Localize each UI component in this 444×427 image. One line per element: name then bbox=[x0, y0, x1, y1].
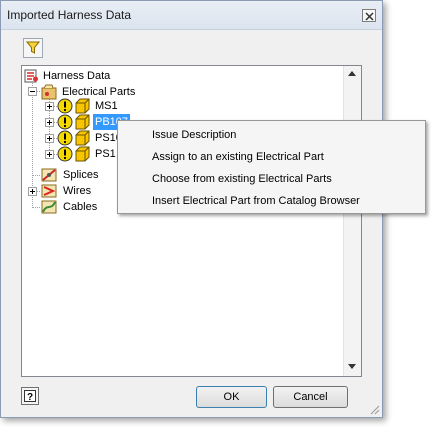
plus-icon bbox=[30, 189, 35, 194]
warning-icon bbox=[57, 130, 73, 146]
help-button[interactable]: ? bbox=[21, 387, 39, 405]
warning-icon bbox=[57, 146, 73, 162]
harness-data-tree[interactable]: Harness Data Electrical Parts MS1 PB107 … bbox=[21, 65, 362, 377]
menu-item-insert-from-catalog[interactable]: Insert Electrical Part from Catalog Brow… bbox=[152, 191, 360, 211]
electrical-parts-folder-icon bbox=[41, 84, 57, 100]
tree-label-cables: Cables bbox=[63, 201, 98, 213]
part-cube-icon bbox=[75, 130, 90, 146]
vertical-scrollbar[interactable] bbox=[343, 66, 361, 376]
plus-icon bbox=[47, 136, 52, 141]
collapse-toggle[interactable] bbox=[28, 87, 37, 96]
part-cube-icon bbox=[75, 114, 90, 130]
plus-icon bbox=[47, 152, 52, 157]
tree-label-wires: Wires bbox=[63, 185, 92, 197]
plus-icon bbox=[47, 120, 52, 125]
part-cube-icon bbox=[75, 98, 90, 114]
minus-icon bbox=[30, 91, 35, 92]
arrow-up-icon bbox=[348, 71, 356, 76]
filter-button[interactable] bbox=[23, 38, 43, 58]
tree-label-splices: Splices bbox=[63, 169, 99, 181]
tree-label-part: PS1 bbox=[95, 148, 116, 160]
tree-label-harness-data: Harness Data bbox=[43, 70, 111, 82]
help-icon: ? bbox=[24, 390, 36, 402]
part-cube-icon bbox=[75, 146, 90, 162]
context-menu: Issue Description Assign to an existing … bbox=[117, 120, 426, 214]
expand-toggle[interactable] bbox=[45, 118, 54, 127]
svg-text:?: ? bbox=[27, 392, 33, 402]
arrow-down-icon bbox=[348, 364, 356, 369]
menu-item-issue-description[interactable]: Issue Description bbox=[152, 125, 236, 145]
scroll-up-button[interactable] bbox=[344, 66, 361, 83]
menu-item-assign-existing-part[interactable]: Assign to an existing Electrical Part bbox=[152, 147, 324, 167]
close-icon bbox=[365, 11, 374, 21]
scroll-down-button[interactable] bbox=[344, 359, 361, 376]
wires-icon bbox=[41, 184, 57, 198]
plus-icon bbox=[47, 104, 52, 109]
expand-toggle[interactable] bbox=[45, 134, 54, 143]
warning-icon bbox=[57, 114, 73, 130]
warning-icon bbox=[57, 98, 73, 114]
expand-toggle[interactable] bbox=[28, 187, 37, 196]
cancel-button[interactable]: Cancel bbox=[273, 386, 348, 408]
resize-grip-icon[interactable] bbox=[370, 405, 380, 415]
expand-toggle[interactable] bbox=[45, 102, 54, 111]
harness-data-icon bbox=[24, 69, 38, 83]
tree-label-part: MS1 bbox=[95, 100, 118, 112]
expand-toggle[interactable] bbox=[45, 150, 54, 159]
filter-icon bbox=[26, 41, 40, 54]
cables-icon bbox=[41, 200, 57, 214]
title-bar: Imported Harness Data bbox=[1, 1, 382, 30]
close-button[interactable] bbox=[362, 9, 376, 22]
ok-button[interactable]: OK bbox=[196, 386, 267, 408]
window-title: Imported Harness Data bbox=[7, 8, 132, 22]
menu-item-choose-existing-parts[interactable]: Choose from existing Electrical Parts bbox=[152, 169, 332, 189]
splices-icon bbox=[41, 168, 57, 182]
